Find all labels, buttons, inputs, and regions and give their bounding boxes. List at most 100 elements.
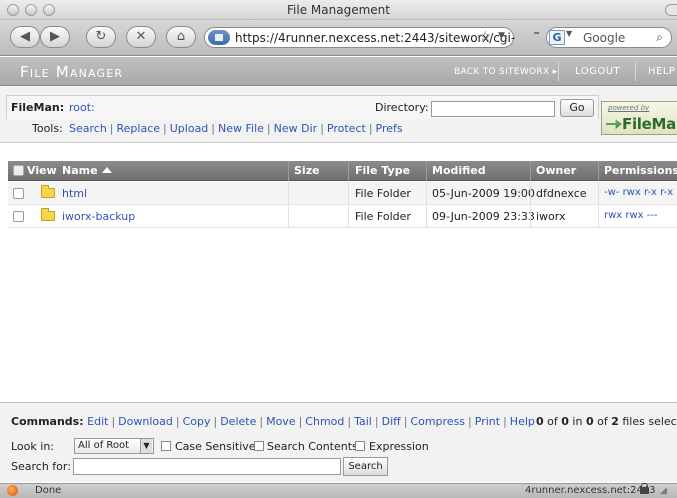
column-header-name-label: Name [62, 164, 98, 177]
url-dropdown-icon[interactable]: ▼ [498, 31, 505, 41]
chevron-down-icon: ▼ [140, 439, 152, 453]
column-header-size[interactable]: Size [294, 164, 320, 177]
tools-menu: Search | Replace | Upload | New File | New Dir | P… [69, 122, 403, 135]
lock-icon[interactable] [640, 483, 649, 494]
root-path-link[interactable]: root: [69, 101, 95, 114]
command-edit-link[interactable]: Edit [87, 415, 108, 428]
toolbar-toggle-button[interactable] [665, 4, 677, 16]
site-identity-icon[interactable] [208, 30, 230, 45]
status-host: 4runner.nexcess.net:2443 [525, 485, 656, 496]
help-link[interactable]: HELP [648, 66, 675, 77]
file-name-link[interactable]: iworx-backup [62, 210, 135, 223]
column-divider [530, 161, 531, 181]
forward-button[interactable]: ▶ [40, 26, 70, 48]
count-word: of [547, 415, 558, 428]
home-button[interactable]: ⌂ [166, 26, 196, 48]
cell-divider [348, 182, 349, 205]
app-banner: File Manager BACK TO SITEWORX ▸ LOGOUT H… [0, 57, 677, 86]
command-help-link[interactable]: Help [510, 415, 535, 428]
look-in-label: Look in: [11, 440, 54, 453]
fileman-arrow-icon [606, 119, 622, 129]
column-header-permissions[interactable]: Permissions [604, 164, 677, 177]
reload-button[interactable]: ↻ [86, 26, 116, 48]
total-count: 2 [611, 415, 619, 428]
file-permissions-link[interactable]: rwx rwx --- [604, 210, 658, 221]
commands-label: Commands: [11, 415, 84, 428]
column-header-owner[interactable]: Owner [536, 164, 576, 177]
command-tail-link[interactable]: Tail [354, 415, 372, 428]
file-type: File Folder [355, 187, 411, 200]
selected-count: 0 [536, 415, 544, 428]
sort-ascending-icon [101, 167, 112, 173]
cell-divider [426, 182, 427, 205]
search-for-label: Search for: [11, 460, 71, 473]
column-header-file-type[interactable]: File Type [355, 164, 410, 177]
search-placeholder[interactable]: Google [583, 31, 625, 45]
cell-divider [426, 205, 427, 228]
window-title: File Management [287, 3, 390, 17]
command-copy-link[interactable]: Copy [183, 415, 211, 428]
command-chmod-link[interactable]: Chmod [305, 415, 344, 428]
cell-divider [598, 205, 599, 228]
status-bar: Done 4runner.nexcess.net:2443 ◢ [0, 483, 677, 498]
folder-icon [41, 208, 55, 221]
command-diff-link[interactable]: Diff [382, 415, 401, 428]
command-print-link[interactable]: Print [475, 415, 500, 428]
command-compress-link[interactable]: Compress [410, 415, 465, 428]
search-for-input[interactable] [73, 458, 341, 475]
tool-upload-link[interactable]: Upload [170, 122, 209, 135]
address-bar[interactable]: https://4runner.nexcess.net:2443/sitewor… [204, 27, 515, 48]
dir-count: 0 [585, 415, 594, 428]
url-text[interactable]: https://4runner.nexcess.net:2443/sitewor… [235, 31, 515, 45]
resize-grip-icon[interactable]: ◢ [660, 486, 667, 496]
row-checkbox[interactable] [13, 211, 24, 222]
back-to-siteworx-link[interactable]: BACK TO SITEWORX ▸ [454, 67, 557, 77]
column-divider [348, 161, 349, 181]
column-header-view[interactable]: View [27, 164, 57, 177]
bookmark-star-icon[interactable]: ☆ [479, 29, 492, 45]
look-in-select[interactable]: All of Root ▼ [74, 438, 154, 454]
tool-search-link[interactable]: Search [69, 122, 107, 135]
logout-link[interactable]: LOGOUT [575, 66, 620, 77]
selection-count: 0 of 0 in 0 of 2 files selected [536, 415, 677, 428]
command-move-link[interactable]: Move [266, 415, 296, 428]
table-row[interactable]: html File Folder 05-Jun-2009 19:00 dfdne… [8, 182, 677, 205]
table-row[interactable]: iworx-backup File Folder 09-Jun-2009 23:… [8, 205, 677, 228]
file-type: File Folder [355, 210, 411, 223]
file-owner: dfdnexce [536, 187, 587, 200]
count-suffix: files selected [622, 415, 677, 428]
app-title: File Manager [20, 63, 124, 81]
command-delete-link[interactable]: Delete [220, 415, 256, 428]
search-engine-dropdown-icon[interactable]: ▼ [566, 29, 572, 38]
file-permissions-link[interactable]: -w- rwx r-x r-x [604, 187, 673, 198]
column-header-name[interactable]: Name [62, 164, 112, 177]
file-name-link[interactable]: html [62, 187, 87, 200]
tool-prefs-link[interactable]: Prefs [376, 122, 403, 135]
column-header-modified[interactable]: Modified [432, 164, 486, 177]
tool-new-file-link[interactable]: New File [218, 122, 264, 135]
search-engine-icon[interactable]: G [549, 30, 565, 45]
magnifier-icon[interactable]: ⌕ [656, 30, 663, 45]
command-download-link[interactable]: Download [118, 415, 173, 428]
row-checkbox[interactable] [13, 188, 24, 199]
expression-checkbox[interactable] [355, 441, 365, 451]
cell-divider [530, 182, 531, 205]
search-button[interactable]: Search [343, 457, 388, 476]
search-contents-label: Search Contents [267, 440, 358, 453]
select-all-checkbox[interactable] [13, 165, 24, 176]
case-sensitive-label: Case Sensitive [175, 440, 256, 453]
back-button[interactable]: ◀ [10, 26, 40, 48]
go-button[interactable]: Go [560, 99, 594, 117]
search-bar[interactable]: G ▼ Google ⌕ [546, 27, 672, 48]
tool-replace-link[interactable]: Replace [117, 122, 161, 135]
search-contents-checkbox[interactable] [254, 441, 264, 451]
tool-new-dir-link[interactable]: New Dir [274, 122, 318, 135]
directory-input[interactable] [431, 101, 555, 117]
reload-icon: ↻ [95, 29, 107, 44]
tool-protect-link[interactable]: Protect [327, 122, 366, 135]
case-sensitive-checkbox[interactable] [161, 441, 171, 451]
stop-button[interactable]: ✕ [126, 26, 156, 48]
fileman-logo-badge[interactable]: powered by FileMan [601, 101, 677, 135]
file-modified: 09-Jun-2009 23:33 [432, 210, 535, 223]
expression-label: Expression [369, 440, 429, 453]
